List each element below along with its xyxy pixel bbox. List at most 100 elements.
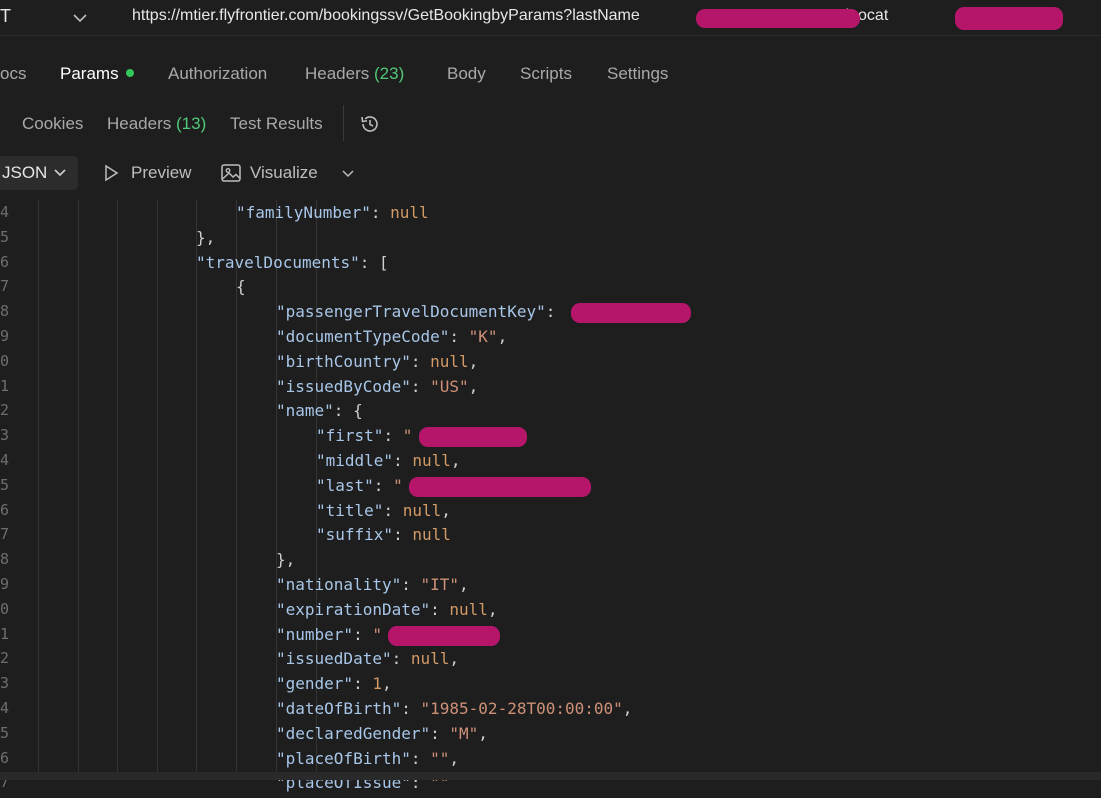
json-key: "last" — [316, 475, 374, 495]
tab-settings[interactable]: Settings — [607, 64, 668, 84]
json-key: "number" — [276, 624, 354, 644]
tab-cookies[interactable]: Cookies — [22, 114, 83, 134]
line-number: 1 — [0, 624, 10, 643]
response-body-editor[interactable]: 4 "familyNumber": null 5}, 6 "travelDocument… — [0, 200, 1101, 792]
json-value: " — [372, 624, 382, 644]
play-icon — [105, 164, 119, 182]
json-key: "first" — [316, 426, 384, 446]
code-text: { — [236, 277, 246, 297]
code-text: "placeOfBirth": "", — [276, 748, 460, 768]
code-text: "nationality": "IT", — [276, 575, 469, 594]
response-view-bar: JSON Preview Visualize — [0, 152, 1101, 196]
code-text: "suffix": null — [316, 525, 451, 545]
code-line: 0 "expirationDate": null, — [0, 600, 1101, 625]
code-line: 2 "issuedDate": null, — [0, 649, 1101, 674]
json-value: " — [402, 426, 413, 446]
code-line: 4 "middle": null, — [0, 451, 1101, 476]
visualize-button[interactable]: Visualize — [220, 162, 324, 188]
code-text: "birthCountry": null, — [276, 351, 479, 371]
line-number: 5 — [0, 475, 10, 494]
code-text: "declaredGender": "M", — [276, 723, 488, 743]
json-value: { — [353, 401, 363, 421]
response-tabs: Cookies Headers (13) Test Results — [0, 106, 1101, 146]
request-tabs: ocs Params Authorization Headers (23) Bo… — [0, 64, 1101, 98]
code-line: 5 "declaredGender": "M", — [0, 724, 1101, 749]
image-icon — [221, 164, 241, 182]
code-line: 3 "gender": 1, — [0, 674, 1101, 699]
json-key: "gender" — [276, 674, 354, 694]
code-text: "expirationDate": null, — [276, 599, 498, 619]
tab-separator — [343, 105, 344, 141]
json-key: "familyNumber" — [236, 203, 371, 222]
code-text: "middle": null, — [316, 451, 461, 470]
line-number: 2 — [0, 401, 10, 420]
code-line: 6 "travelDocuments": [ — [0, 253, 1101, 278]
json-key: "expirationDate" — [276, 599, 431, 619]
redaction-mark — [419, 427, 527, 448]
line-number: 9 — [0, 327, 10, 345]
redaction-mark — [571, 303, 691, 324]
tab-scripts[interactable]: Scripts — [520, 64, 572, 84]
code-line: 0 "birthCountry": null, — [0, 352, 1101, 377]
line-number: 4 — [0, 203, 10, 221]
json-key: "issuedByCode" — [276, 376, 411, 396]
code-text: "number": ", — [276, 624, 500, 646]
line-number: 4 — [0, 451, 10, 469]
code-text: "travelDocuments": [ — [196, 252, 389, 272]
http-method[interactable]: T — [0, 6, 11, 27]
json-value: 1 — [372, 674, 382, 694]
json-key: "documentTypeCode" — [276, 327, 450, 346]
url-input[interactable]: https://mtier.flyfrontier.com/bookingssv… — [132, 7, 1034, 25]
redaction-mark — [409, 476, 591, 497]
url-bar: T https://mtier.flyfrontier.com/bookings… — [0, 0, 1101, 36]
json-key: "declaredGender" — [276, 723, 431, 743]
tab-params[interactable]: Params — [60, 64, 134, 84]
code-text: "last": " — [316, 475, 591, 497]
chevron-down-icon[interactable] — [339, 166, 357, 182]
tab-response-headers[interactable]: Headers (13) — [107, 114, 206, 134]
code-text: }, — [276, 550, 296, 570]
json-key: "middle" — [316, 451, 394, 470]
json-value: "K" — [468, 327, 498, 346]
tab-test-results[interactable]: Test Results — [230, 114, 323, 134]
line-number: 8 — [0, 550, 10, 569]
tab-docs[interactable]: ocs — [0, 64, 26, 84]
code-text: "first": ", — [316, 426, 527, 448]
line-number: 5 — [0, 723, 10, 742]
code-line: 4 "familyNumber": null — [0, 203, 1101, 228]
json-value: null — [412, 451, 451, 470]
json-key: "nationality" — [276, 575, 402, 594]
json-value: null — [430, 351, 469, 371]
code-line: 7{ — [0, 277, 1101, 302]
tab-headers[interactable]: Headers (23) — [305, 64, 404, 84]
tab-authorization[interactable]: Authorization — [168, 64, 267, 84]
json-key: "issuedDate" — [276, 649, 392, 669]
code-text: "passengerTravelDocumentKey": , — [276, 302, 691, 324]
line-number: 4 — [0, 699, 10, 717]
code-line: 5 "last": " — [0, 476, 1101, 501]
json-value: null — [390, 203, 429, 222]
code-line: 7 "suffix": null — [0, 525, 1101, 550]
line-number: 5 — [0, 227, 10, 246]
line-number: 3 — [0, 426, 10, 445]
code-text: "title": null, — [316, 500, 451, 520]
json-value: "US" — [430, 376, 469, 396]
tab-body[interactable]: Body — [447, 64, 486, 84]
history-icon[interactable] — [358, 112, 382, 136]
code-line: 9 "nationality": "IT", — [0, 575, 1101, 600]
editor-current-line — [0, 772, 1101, 780]
code-line: 8 "passengerTravelDocumentKey": , — [0, 302, 1101, 327]
json-key: "travelDocuments" — [196, 252, 360, 272]
json-value: "IT" — [420, 575, 460, 594]
json-value: null — [402, 500, 442, 520]
code-text: "issuedDate": null, — [276, 649, 460, 669]
preview-button[interactable]: Preview — [102, 162, 198, 188]
chevron-down-icon[interactable] — [70, 9, 90, 27]
code-text: "gender": 1, — [276, 674, 392, 694]
code-line: 9 "documentTypeCode": "K", — [0, 327, 1101, 352]
line-number: 6 — [0, 500, 10, 519]
code-text: "name": { — [276, 401, 363, 421]
format-select[interactable]: JSON — [0, 156, 78, 190]
line-number: 7 — [0, 277, 10, 296]
code-line: 1 "number": ", — [0, 625, 1101, 650]
